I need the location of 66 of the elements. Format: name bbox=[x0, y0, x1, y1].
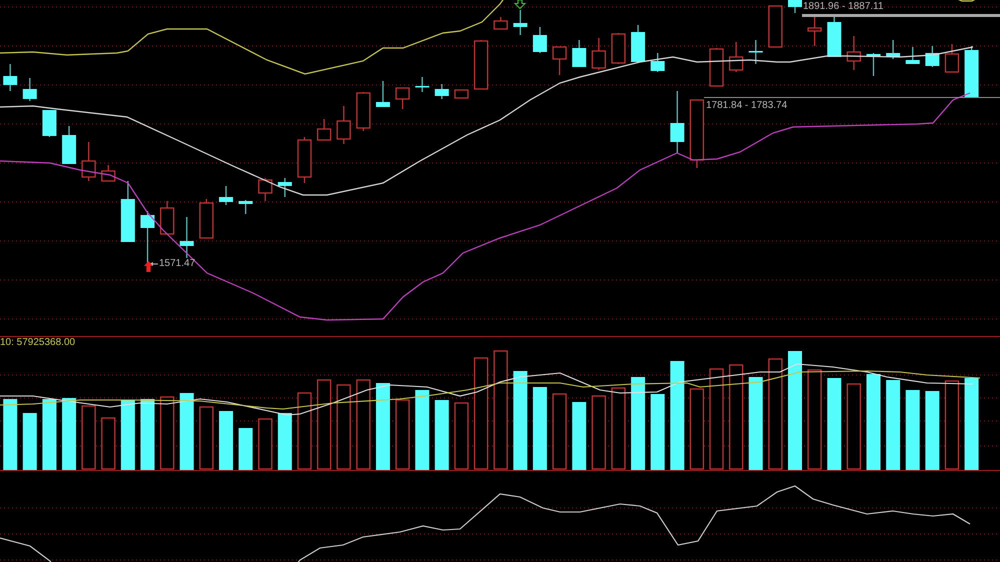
candlestick bbox=[552, 46, 567, 75]
candlestick bbox=[120, 181, 135, 242]
candlestick bbox=[258, 178, 272, 201]
candlestick bbox=[336, 106, 351, 144]
price-range-label: 1781.84 - 1783.74 bbox=[706, 101, 788, 111]
candlestick bbox=[238, 200, 253, 214]
candlestick bbox=[944, 44, 960, 73]
candlestick bbox=[729, 42, 744, 72]
candlestick bbox=[886, 40, 900, 59]
candlestick bbox=[592, 38, 606, 70]
volume-bar bbox=[278, 413, 292, 470]
up-arrow-icon bbox=[144, 261, 153, 272]
candlestick bbox=[82, 142, 96, 181]
volume-bar bbox=[42, 399, 56, 470]
candlestick bbox=[906, 47, 920, 64]
candlestick bbox=[690, 99, 704, 168]
volume-bar bbox=[238, 428, 253, 470]
candlestick bbox=[631, 25, 646, 62]
candlestick bbox=[748, 40, 763, 64]
candlestick bbox=[768, 5, 782, 48]
candlestick bbox=[964, 46, 979, 97]
candlestick bbox=[788, 0, 802, 13]
candlestick bbox=[101, 165, 116, 182]
candlestick bbox=[219, 186, 234, 205]
candlestick bbox=[454, 89, 469, 99]
candlestick bbox=[356, 92, 370, 131]
candlestick bbox=[494, 17, 508, 30]
volume-bar bbox=[140, 399, 155, 470]
candlestick bbox=[434, 84, 449, 99]
candlestick bbox=[3, 64, 18, 91]
volume-bar bbox=[434, 400, 449, 470]
volume-legend: 10: 57925368.00 bbox=[0, 338, 76, 348]
candlestick bbox=[532, 27, 547, 53]
down-arrow-icon bbox=[514, 0, 526, 10]
candlestick bbox=[376, 81, 390, 107]
volume-bar bbox=[120, 400, 135, 470]
candlestick bbox=[846, 36, 861, 70]
candlestick bbox=[396, 87, 410, 109]
candlestick bbox=[22, 78, 37, 101]
candlestick bbox=[42, 110, 56, 137]
candlestick bbox=[317, 119, 332, 141]
candlestick bbox=[827, 17, 842, 57]
candlestick bbox=[925, 46, 940, 67]
volume-bar bbox=[219, 411, 234, 470]
candlestick bbox=[670, 91, 684, 153]
price-range-label: 1891.96 - 1887.11 bbox=[803, 2, 884, 12]
candlestick bbox=[866, 53, 880, 76]
low-price-label: 1571.47 bbox=[159, 259, 196, 269]
candlestick bbox=[513, 10, 528, 35]
volume-bar bbox=[3, 399, 18, 470]
candlestick bbox=[415, 77, 430, 92]
candlestick bbox=[62, 126, 76, 164]
volume-bar bbox=[62, 398, 76, 470]
candlestick bbox=[160, 201, 174, 235]
candlestick bbox=[709, 48, 724, 87]
candlestick bbox=[180, 217, 194, 258]
candlestick bbox=[278, 178, 292, 197]
candlestick bbox=[650, 53, 665, 72]
volume-bar bbox=[22, 413, 37, 470]
candlestick bbox=[199, 199, 214, 239]
candlestick bbox=[474, 40, 488, 90]
candlestick bbox=[572, 40, 586, 67]
candlestick bbox=[808, 17, 822, 46]
candlestick bbox=[611, 33, 626, 64]
volume-bar bbox=[572, 402, 586, 470]
candlestick bbox=[297, 137, 312, 183]
